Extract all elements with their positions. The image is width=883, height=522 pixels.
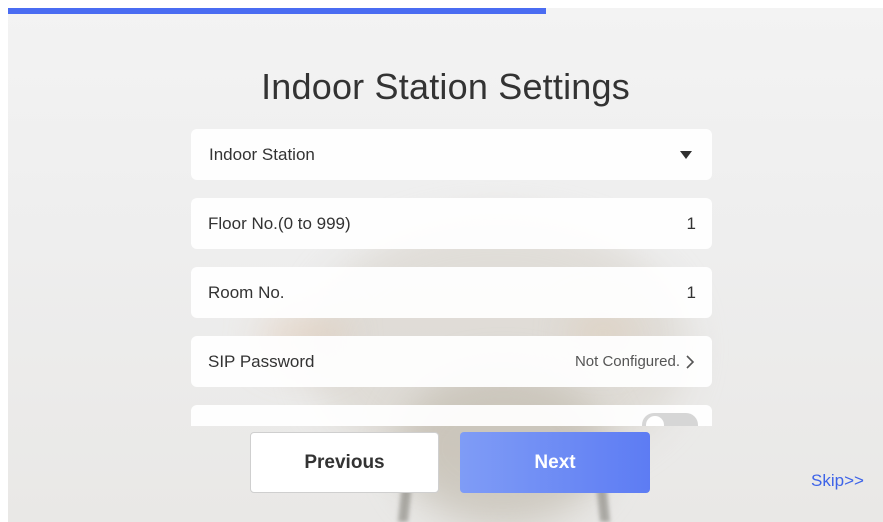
wizard-progress-bar (8, 8, 883, 14)
sip-password-status: Not Configured. (574, 353, 680, 370)
partially-visible-setting-row[interactable] (191, 405, 712, 426)
setting-toggle[interactable] (642, 413, 698, 426)
caret-down-icon (680, 150, 692, 159)
screen: Indoor Station Settings Indoor Station F… (8, 8, 883, 522)
next-button[interactable]: Next (460, 432, 650, 493)
floor-number-value[interactable]: 1 (687, 214, 696, 234)
previous-button[interactable]: Previous (250, 432, 439, 493)
settings-list[interactable]: Indoor Station Floor No.(0 to 999) 1 Roo… (191, 129, 712, 426)
device-type-selected: Indoor Station (209, 144, 315, 164)
room-number-value[interactable]: 1 (687, 283, 696, 303)
device-type-dropdown[interactable]: Indoor Station (191, 129, 712, 180)
sip-password-item[interactable]: SIP Password Not Configured. (191, 336, 712, 387)
chevron-right-icon (686, 354, 695, 369)
skip-link[interactable]: Skip>> (811, 471, 864, 491)
room-number-label: Room No. (208, 282, 285, 302)
room-number-field[interactable]: Room No. 1 (191, 267, 712, 318)
floor-number-field[interactable]: Floor No.(0 to 999) 1 (191, 198, 712, 249)
page-title: Indoor Station Settings (261, 66, 630, 107)
toggle-knob (646, 416, 664, 426)
sip-password-label: SIP Password (208, 351, 315, 371)
floor-number-label: Floor No.(0 to 999) (208, 213, 351, 233)
wizard-progress-fill (8, 8, 547, 14)
